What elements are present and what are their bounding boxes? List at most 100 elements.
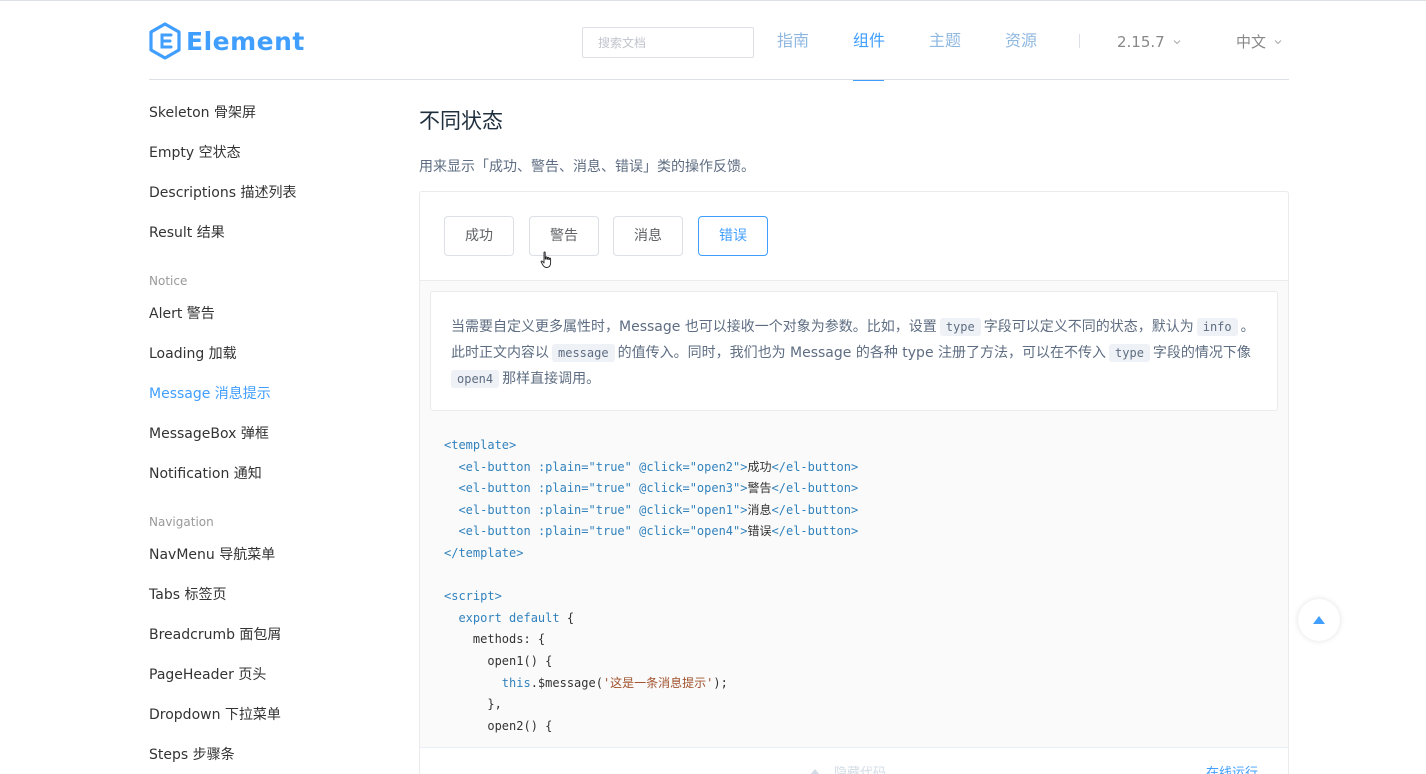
code-token: export default (458, 610, 560, 625)
code-token: open2() { (487, 718, 553, 733)
info-button[interactable]: 消息 (613, 216, 683, 256)
code-token: </template> (444, 545, 524, 560)
language-label: 中文 (1236, 33, 1267, 51)
header-divider (149, 79, 1289, 80)
code-token: > (740, 524, 748, 539)
caret-up-icon (810, 768, 820, 774)
language-dropdown[interactable]: 中文 (1236, 32, 1282, 52)
code-token: <script> (444, 589, 502, 604)
code-token: "open3" (689, 481, 741, 496)
sidebar-item-dropdown[interactable]: Dropdown 下拉菜单 (149, 705, 281, 725)
code-token: "true" (588, 502, 632, 517)
hand-pointer-icon (540, 251, 552, 268)
code-token: > (740, 481, 748, 496)
nav-component[interactable]: 组件 (853, 31, 885, 51)
top-header: Element 指南 组件 主题 资源 2.15.7 中文 (0, 0, 1426, 81)
desc-text: 此时正文内容以 (451, 345, 549, 361)
code-token: > (740, 502, 748, 517)
code-token: </el-button> (771, 481, 859, 496)
nav-resource[interactable]: 资源 (1005, 31, 1037, 51)
section-description: 用来显示「成功、警告、消息、错误」类的操作反馈。 (419, 159, 755, 175)
code-token: @click= (639, 524, 690, 539)
chevron-down-icon (1274, 40, 1282, 45)
sidebar-item-pageheader[interactable]: PageHeader 页头 (149, 665, 266, 685)
demo-block: 成功 警告 消息 错误 当需要自定义更多属性时，Message 也可以接收一个对… (419, 191, 1289, 774)
chevron-down-icon (1173, 40, 1181, 45)
code-sample: <template> <el-button :plain="true" @cli… (444, 435, 858, 737)
desc-text: 。 (1240, 319, 1255, 335)
inline-code: open4 (451, 370, 500, 388)
sidebar-item-alert[interactable]: Alert 警告 (149, 304, 215, 324)
code-token: </el-button> (771, 459, 859, 474)
code-token: ); (713, 675, 728, 690)
error-button[interactable]: 错误 (698, 216, 768, 256)
sidebar-item-messagebox[interactable]: MessageBox 弹框 (149, 424, 269, 444)
element-logo-icon (149, 22, 181, 60)
demo-control-bar[interactable]: 隐藏代码 在线运行 (420, 747, 1288, 774)
desc-text: 字段的情况下像 (1152, 345, 1251, 361)
code-token: "open4" (689, 524, 741, 539)
code-token: '这是一条消息提示' (602, 675, 714, 690)
inline-code: type (939, 318, 981, 336)
code-token: "true" (588, 481, 632, 496)
sidebar-item-result[interactable]: Result 结果 (149, 223, 225, 243)
code-token: </el-button> (771, 502, 859, 517)
code-token: @click= (639, 459, 690, 474)
nav-guide[interactable]: 指南 (777, 31, 809, 51)
sidebar-group-navigation: Navigation (149, 515, 214, 529)
code-token: <el-button (458, 524, 531, 539)
sidebar-item-empty[interactable]: Empty 空状态 (149, 143, 241, 163)
code-token: this (501, 675, 531, 690)
code-token: "true" (588, 524, 632, 539)
code-token: <el-button (458, 481, 531, 496)
sidebar-item-message[interactable]: Message 消息提示 (149, 384, 271, 404)
code-token: "open1" (689, 502, 741, 517)
success-button[interactable]: 成功 (444, 216, 514, 256)
code-token: { (559, 610, 575, 625)
code-token: :plain= (537, 524, 589, 539)
logo-text: Element (186, 26, 305, 56)
code-token: }, (487, 697, 502, 712)
sidebar-item-steps[interactable]: Steps 步骤条 (149, 745, 235, 765)
code-token: <el-button (458, 502, 531, 517)
sidebar-item-navmenu[interactable]: NavMenu 导航菜单 (149, 545, 275, 565)
code-token: :plain= (537, 459, 589, 474)
desc-text: 那样直接调用。 (502, 371, 601, 387)
caret-up-icon (1313, 616, 1325, 624)
sidebar-item-descriptions[interactable]: Descriptions 描述列表 (149, 183, 296, 203)
sidebar-item-breadcrumb[interactable]: Breadcrumb 面包屑 (149, 625, 281, 645)
code-token: 警告 (747, 481, 772, 496)
inline-code: type (1109, 344, 1150, 362)
code-token: 错误 (747, 524, 772, 539)
code-token: > (740, 459, 748, 474)
code-token: .$message( (530, 675, 603, 690)
run-online-button[interactable]: 在线运行 (1206, 762, 1258, 774)
code-token: methods: { (472, 632, 546, 647)
hide-code-label: 隐藏代码 (834, 766, 887, 774)
description-line-1: 当需要自定义更多属性时，Message 也可以接收一个对象为参数。比如，设置 ty… (451, 314, 1257, 340)
sidebar-item-loading[interactable]: Loading 加载 (149, 344, 237, 364)
code-token: open1() { (487, 653, 553, 668)
desc-text: 的值传入。同时，我们也为 Message 的各种 type 注册了方法，可以在不… (617, 345, 1107, 361)
code-token: "true" (588, 459, 632, 474)
code-token: </el-button> (771, 524, 859, 539)
inline-code: message (552, 344, 615, 362)
code-token: "open2" (689, 459, 741, 474)
sidebar-item-tabs[interactable]: Tabs 标签页 (149, 585, 226, 605)
sidebar-item-skeleton[interactable]: Skeleton 骨架屏 (149, 103, 256, 123)
hide-code-button[interactable]: 隐藏代码 (810, 762, 886, 774)
warning-button[interactable]: 警告 (529, 216, 599, 256)
nav-theme[interactable]: 主题 (929, 31, 961, 51)
element-logo[interactable]: Element (148, 21, 305, 61)
sidebar-item-notification[interactable]: Notification 通知 (149, 464, 262, 484)
inline-code: info (1196, 318, 1238, 336)
version-dropdown[interactable]: 2.15.7 (1117, 32, 1181, 52)
sidebar-group-notice: Notice (149, 274, 188, 288)
code-token: 成功 (747, 459, 772, 474)
back-to-top-button[interactable] (1298, 599, 1340, 641)
section-title: 不同状态 (419, 109, 503, 133)
code-token: @click= (639, 481, 690, 496)
search-input[interactable] (582, 27, 754, 58)
desc-text: 当需要自定义更多属性时，Message 也可以接收一个对象为参数。比如，设置 (451, 319, 937, 335)
desc-text: 字段可以定义不同的状态，默认为 (983, 319, 1194, 335)
